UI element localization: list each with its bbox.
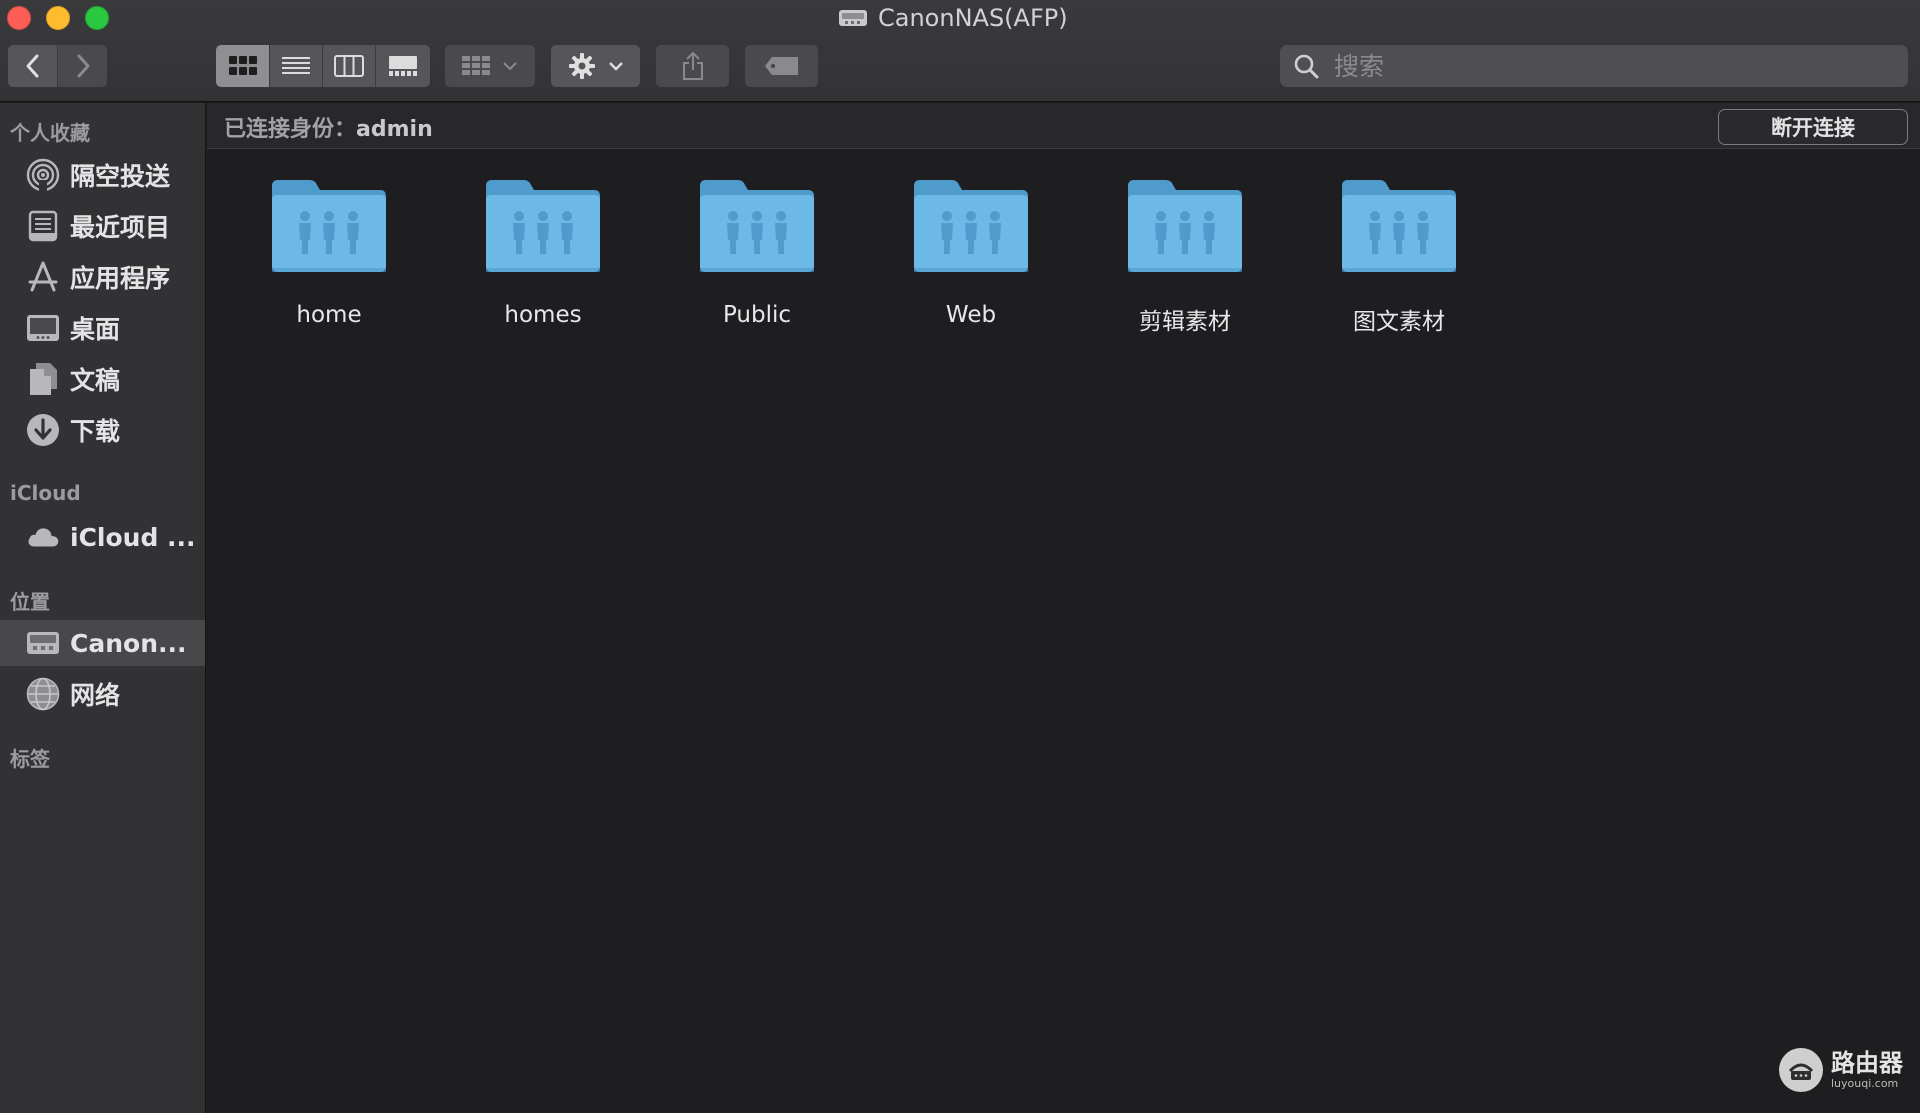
applications-icon xyxy=(26,260,60,294)
cloud-icon xyxy=(26,520,60,554)
sidebar-section-favorites: 个人收藏 xyxy=(10,121,90,145)
sidebar-item-airdrop[interactable]: 隔空投送 xyxy=(0,152,205,198)
zoom-window-button[interactable] xyxy=(85,6,109,30)
chevron-left-icon xyxy=(26,54,38,78)
list-view-button[interactable] xyxy=(270,45,323,87)
folder-item[interactable]: homes xyxy=(463,178,623,328)
action-group xyxy=(551,45,640,87)
navigation-group xyxy=(8,45,107,87)
network-drive-icon xyxy=(839,10,867,26)
sidebar-section-tags: 标签 xyxy=(10,747,50,771)
grid-icon xyxy=(228,56,257,75)
sidebar-item-label: 网络 xyxy=(70,681,121,710)
gear-icon xyxy=(568,53,595,79)
sidebar-item-desktop[interactable]: 桌面 xyxy=(0,305,205,351)
sidebar-item-label: 下载 xyxy=(70,417,121,446)
recents-icon xyxy=(26,209,60,243)
shared-folder-icon xyxy=(1342,180,1456,272)
gallery-icon xyxy=(389,56,417,76)
sidebar-item-documents[interactable]: 文稿 xyxy=(0,356,205,402)
file-browser: home homes Public Web 剪辑素材 图文素材 路由器 luyouqi.c… xyxy=(207,150,1920,1113)
sidebar-item-label: 桌面 xyxy=(70,315,121,344)
shared-folder-icon xyxy=(1128,180,1242,272)
folder-name: home xyxy=(296,302,362,328)
sidebar-section-locations: 位置 xyxy=(10,590,50,614)
column-view-button[interactable] xyxy=(323,45,376,87)
sidebar-item-label: 文稿 xyxy=(70,366,121,395)
sidebar-item-canonnas[interactable]: Canon... xyxy=(0,620,205,666)
folder-item[interactable]: home xyxy=(249,178,409,328)
sidebar-item-downloads[interactable]: 下载 xyxy=(0,407,205,453)
connection-bar: 已连接身份：admin 断开连接 xyxy=(207,103,1920,149)
connection-status: 已连接身份：admin xyxy=(224,111,433,143)
search-input[interactable] xyxy=(1334,51,1874,81)
tag-icon xyxy=(764,57,798,75)
globe-icon xyxy=(26,677,60,711)
disconnect-button[interactable]: 断开连接 xyxy=(1718,109,1908,145)
toolbar: CanonNAS(AFP) xyxy=(0,0,1920,102)
watermark-title: 路由器 xyxy=(1831,1049,1903,1077)
view-mode-group xyxy=(216,45,430,87)
folder-name: Web xyxy=(945,302,997,328)
sidebar-item-recents[interactable]: 最近项目 xyxy=(0,203,205,249)
watermark: 路由器 luyouqi.com xyxy=(1779,1048,1903,1092)
tag-group xyxy=(745,45,818,87)
share-button[interactable] xyxy=(656,45,729,87)
documents-icon xyxy=(26,362,60,396)
sidebar-item-applications[interactable]: 应用程序 xyxy=(0,254,205,300)
folder-name: 剪辑素材 xyxy=(1139,309,1231,335)
folder-name: 图文素材 xyxy=(1353,309,1445,335)
list-icon xyxy=(282,57,310,74)
watermark-url: luyouqi.com xyxy=(1831,1077,1899,1090)
sidebar-item-icloud-drive[interactable]: iCloud ... xyxy=(0,514,205,560)
sidebar-item-label: 隔空投送 xyxy=(70,162,171,191)
icon-view-button[interactable] xyxy=(216,45,270,87)
group-by-button[interactable] xyxy=(445,45,535,87)
shared-folder-icon xyxy=(272,180,386,272)
folder-item[interactable]: Public xyxy=(677,178,837,328)
edit-tags-button[interactable] xyxy=(745,45,818,87)
folder-item[interactable]: 剪辑素材 xyxy=(1105,178,1265,336)
sidebar-section-icloud: iCloud xyxy=(10,481,81,505)
folder-item[interactable]: 图文素材 xyxy=(1319,178,1479,336)
sidebar-item-label: Canon... xyxy=(70,628,187,658)
share-group xyxy=(656,45,729,87)
share-icon xyxy=(682,51,703,80)
columns-icon xyxy=(334,55,364,77)
group-by-group xyxy=(445,45,535,87)
connection-label: 已连接身份： xyxy=(224,117,357,142)
shared-folder-icon xyxy=(700,180,814,272)
sidebar-item-label: iCloud ... xyxy=(70,522,196,552)
router-logo-icon xyxy=(1779,1048,1823,1092)
shared-folder-icon xyxy=(486,180,600,272)
desktop-icon xyxy=(26,311,60,345)
forward-button[interactable] xyxy=(58,45,107,87)
gallery-view-button[interactable] xyxy=(376,45,430,87)
sidebar-item-label: 应用程序 xyxy=(70,264,171,293)
group-grid-icon xyxy=(462,56,490,75)
window-title-text: CanonNAS(AFP) xyxy=(878,4,1068,32)
search-icon xyxy=(1294,54,1319,79)
sidebar: 个人收藏 隔空投送 最近项目 应用程序 桌面 文稿 下载 iCloud iClo… xyxy=(0,103,206,1113)
chevron-down-icon xyxy=(608,62,623,71)
downloads-icon xyxy=(26,413,60,447)
folder-item[interactable]: Web xyxy=(891,178,1051,328)
back-button[interactable] xyxy=(8,45,58,87)
search-field[interactable] xyxy=(1280,45,1908,87)
network-drive-icon xyxy=(26,626,60,660)
sidebar-item-label: 最近项目 xyxy=(70,213,171,242)
close-window-button[interactable] xyxy=(7,6,31,30)
chevron-down-icon xyxy=(503,62,517,71)
connected-user: admin xyxy=(356,117,433,142)
folder-name: homes xyxy=(504,302,582,328)
action-menu-button[interactable] xyxy=(551,45,640,87)
airdrop-icon xyxy=(26,158,60,192)
sidebar-item-network[interactable]: 网络 xyxy=(0,671,205,717)
minimize-window-button[interactable] xyxy=(46,6,70,30)
chevron-right-icon xyxy=(77,54,89,78)
shared-folder-icon xyxy=(914,180,1028,272)
folder-name: Public xyxy=(722,302,792,328)
window-title: CanonNAS(AFP) xyxy=(838,4,1068,32)
